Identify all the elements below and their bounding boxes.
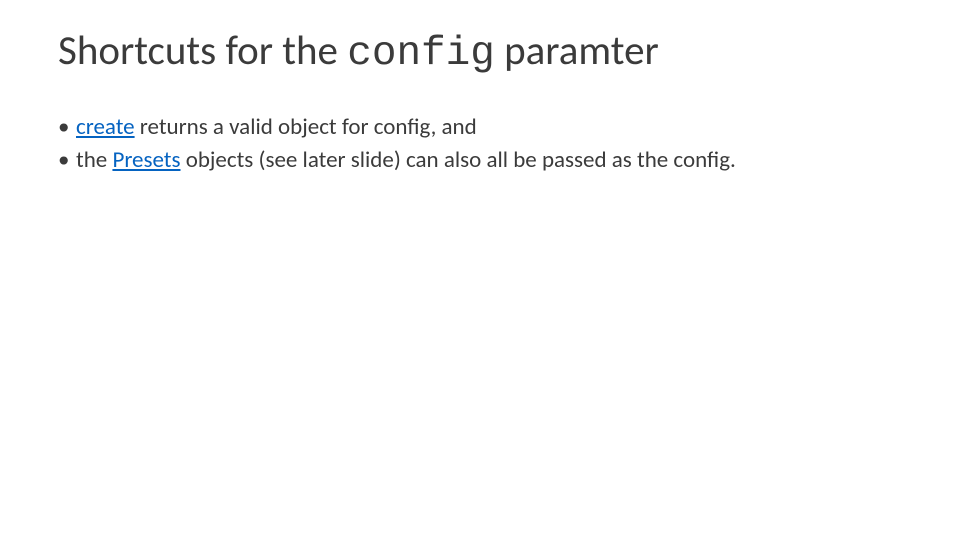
slide-title: Shortcuts for the config paramter bbox=[58, 28, 902, 78]
title-code: config bbox=[347, 31, 495, 77]
title-suffix: paramter bbox=[495, 26, 659, 76]
list-item: create returns a valid object for config… bbox=[58, 112, 902, 143]
bullet-text: objects (see later slide) can also all b… bbox=[181, 146, 736, 174]
title-prefix: Shortcuts for the bbox=[58, 26, 347, 76]
bullet-text: returns a valid object for config, and bbox=[135, 113, 477, 141]
bullet-pre: the bbox=[76, 146, 112, 174]
link-presets[interactable]: Presets bbox=[112, 146, 180, 174]
list-item: the Presets objects (see later slide) ca… bbox=[58, 145, 902, 176]
link-create[interactable]: create bbox=[76, 113, 135, 141]
slide: Shortcuts for the config paramter create… bbox=[0, 0, 960, 540]
bullet-list: create returns a valid object for config… bbox=[58, 112, 902, 176]
